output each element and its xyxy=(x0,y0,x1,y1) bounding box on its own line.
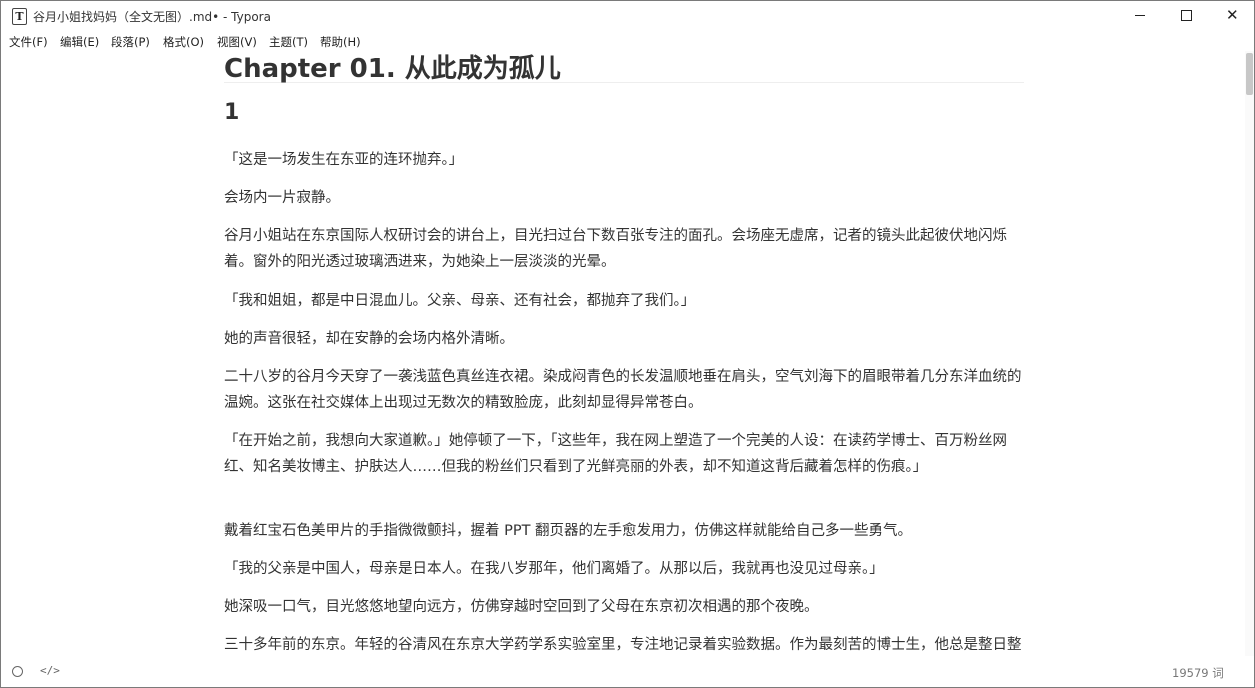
paragraph[interactable]: 她深吸一口气，目光悠悠地望向远方，仿佛穿越时空回到了父母在东京初次相遇的那个夜晚… xyxy=(224,594,1028,620)
vertical-scrollbar[interactable] xyxy=(1245,51,1254,656)
menu-paragraph[interactable]: 段落(P) xyxy=(111,34,150,50)
paragraph[interactable]: 谷月小姐站在东京国际人权研讨会的讲台上，目光扫过台下数百张专注的面孔。会场座无虚… xyxy=(224,223,1028,275)
typora-window: T 谷月小姐找妈妈（全文无图）.md• - Typora ✕ 文件(F) 编辑(… xyxy=(0,0,1255,688)
typora-app-icon: T xyxy=(12,8,27,25)
window-title: 谷月小姐找妈妈（全文无图）.md• - Typora xyxy=(33,10,271,24)
title-bar: T 谷月小姐找妈妈（全文无图）.md• - Typora ✕ xyxy=(1,1,1254,31)
paragraph[interactable]: 戴着红宝石色美甲片的手指微微颤抖，握着 PPT 翻页器的左手愈发用力，仿佛这样就… xyxy=(224,518,1028,544)
minimize-button[interactable] xyxy=(1117,1,1163,31)
word-count[interactable]: 19579 词 xyxy=(1172,665,1224,681)
section-heading[interactable]: 1 xyxy=(224,100,239,125)
menu-edit[interactable]: 编辑(E) xyxy=(60,34,99,50)
close-icon: ✕ xyxy=(1226,6,1239,24)
paragraph[interactable]: 她的声音很轻，却在安静的会场内格外清晰。 xyxy=(224,326,1028,352)
chapter-heading[interactable]: Chapter 01. 从此成为孤儿 xyxy=(224,48,1024,84)
menu-format[interactable]: 格式(O) xyxy=(163,34,204,50)
paragraph[interactable]: 「我和姐姐，都是中日混血儿。父亲、母亲、还有社会，都抛弃了我们。」 xyxy=(224,288,1028,314)
maximize-button[interactable] xyxy=(1163,1,1209,31)
paragraph[interactable]: 二十八岁的谷月今天穿了一袭浅蓝色真丝连衣裙。染成闷青色的长发温顺地垂在肩头，空气… xyxy=(224,364,1028,416)
paragraph[interactable]: 会场内一片寂静。 xyxy=(224,185,1028,211)
outline-toggle-icon[interactable] xyxy=(12,666,23,677)
menu-file[interactable]: 文件(F) xyxy=(9,34,48,50)
minimize-icon xyxy=(1135,15,1145,16)
paragraph[interactable]: 「这是一场发生在东亚的连环抛弃。」 xyxy=(224,147,1028,173)
source-code-toggle-icon[interactable]: </> xyxy=(40,664,60,677)
paragraph[interactable]: 「在开始之前，我想向大家道歉。」她停顿了一下，「这些年，我在网上塑造了一个完美的… xyxy=(224,428,1028,480)
maximize-icon xyxy=(1181,10,1192,21)
scrollbar-thumb[interactable] xyxy=(1246,53,1253,95)
paragraph[interactable]: 「我的父亲是中国人，母亲是日本人。在我八岁那年，他们离婚了。从那以后，我就再也没… xyxy=(224,556,1028,582)
status-bar: </> 19579 词 xyxy=(1,658,1254,687)
close-button[interactable]: ✕ xyxy=(1209,1,1254,31)
